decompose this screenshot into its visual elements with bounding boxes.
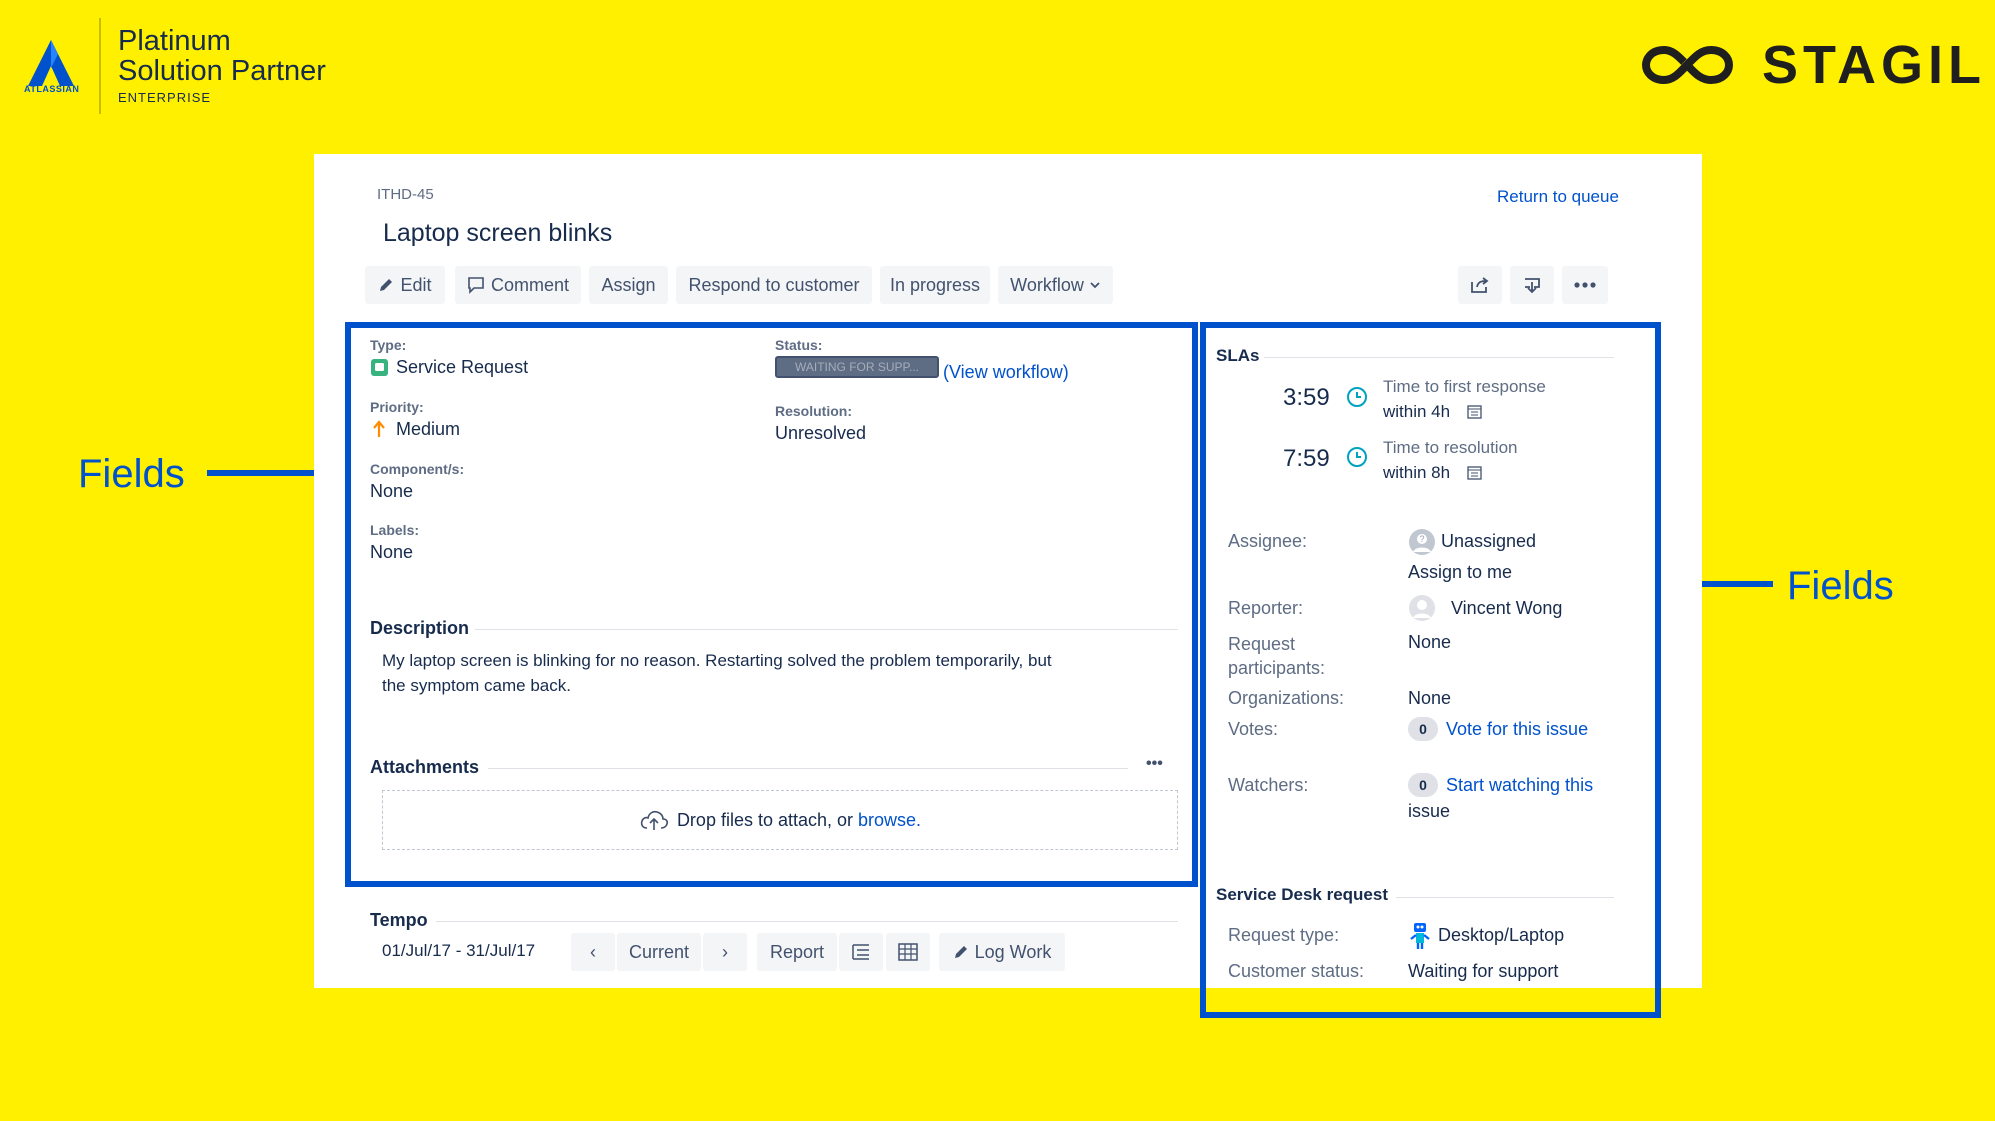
comment-icon <box>468 277 484 294</box>
tempo-divider <box>436 921 1178 922</box>
export-button[interactable] <box>1510 266 1554 304</box>
workflow-dropdown[interactable]: Workflow <box>998 266 1113 304</box>
brand-divider <box>99 18 101 114</box>
annotation-right-arrow-line <box>1690 581 1773 587</box>
annotation-left-arrow-line <box>207 470 327 476</box>
partner-line-2: Solution Partner <box>118 55 326 87</box>
tempo-current-button[interactable]: Current <box>617 933 701 971</box>
export-icon <box>1525 278 1540 294</box>
list-view-icon <box>852 944 869 960</box>
more-actions-button[interactable] <box>1562 266 1608 304</box>
return-to-queue-link[interactable]: Return to queue <box>1497 187 1619 207</box>
log-work-label: Log Work <box>974 941 1052 962</box>
stagil-infinity-logo-icon <box>1641 45 1734 85</box>
tempo-title: Tempo <box>370 910 428 930</box>
annotation-right-label: Fields <box>1787 564 1894 608</box>
stagil-wordmark: STAGIL <box>1762 35 1986 95</box>
share-icon <box>1471 277 1489 293</box>
pencil-icon <box>954 946 967 958</box>
tempo-report-button[interactable]: Report <box>757 933 837 971</box>
respond-to-customer-button[interactable]: Respond to customer <box>676 266 872 304</box>
pencil-icon <box>380 279 393 291</box>
workflow-label: Workflow <box>1010 274 1084 295</box>
tempo-log-work-button[interactable]: Log Work <box>939 933 1065 971</box>
comment-label: Comment <box>490 274 570 295</box>
edit-label: Edit <box>400 274 432 295</box>
partner-line-1: Platinum <box>118 25 231 57</box>
chevron-down-icon <box>1090 282 1100 289</box>
comment-button[interactable]: Comment <box>455 266 581 304</box>
atlassian-wordmark: ATLASSIAN <box>24 84 80 94</box>
partner-badge: Platinum Solution Partner <box>118 26 326 86</box>
tempo-next-button[interactable]: › <box>703 933 747 971</box>
tempo-list-view-button[interactable] <box>839 933 883 971</box>
edit-button[interactable]: Edit <box>365 266 445 304</box>
issue-title: Laptop screen blinks <box>383 219 613 247</box>
tempo-date-range: 01/Jul/17 - 31/Jul/17 <box>382 941 536 960</box>
assign-button[interactable]: Assign <box>589 266 668 304</box>
share-button[interactable] <box>1458 266 1502 304</box>
tempo-prev-button[interactable]: ‹ <box>571 933 615 971</box>
partner-tier: ENTERPRISE <box>118 90 212 105</box>
tempo-grid-view-button[interactable] <box>886 933 930 971</box>
fields-highlight-left <box>345 322 1198 887</box>
issue-key[interactable]: ITHD-45 <box>377 186 434 203</box>
fields-highlight-right <box>1200 322 1661 1018</box>
more-icon <box>1574 282 1596 288</box>
annotation-left-label: Fields <box>78 452 185 496</box>
in-progress-button[interactable]: In progress <box>880 266 990 304</box>
grid-view-icon <box>898 943 918 961</box>
